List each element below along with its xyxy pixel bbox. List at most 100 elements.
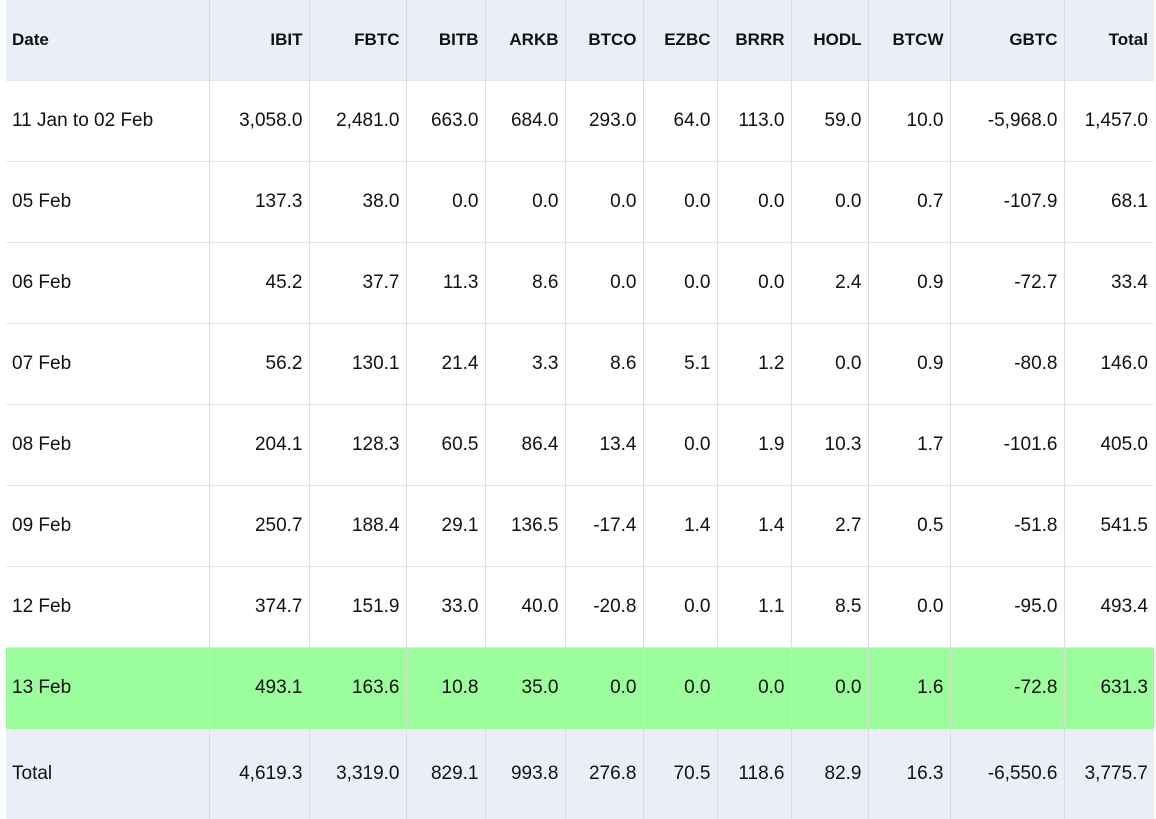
cell-brrr: 0.0	[717, 243, 791, 324]
cell-gbtc: -51.8	[950, 486, 1064, 567]
cell-ibit: 493.1	[209, 648, 309, 729]
table-footer: Total4,619.33,319.0829.1993.8276.870.511…	[6, 729, 1154, 819]
column-header-gbtc: GBTC	[950, 0, 1064, 81]
column-header-ibit: IBIT	[209, 0, 309, 81]
column-header-date: Date	[6, 0, 209, 81]
cell-ezbc: 64.0	[643, 81, 717, 162]
cell-bitb: 0.0	[406, 162, 485, 243]
cell-ezbc: 0.0	[643, 648, 717, 729]
table-row: 09 Feb250.7188.429.1136.5-17.41.41.42.70…	[6, 486, 1154, 567]
cell-hodl: 2.4	[791, 243, 868, 324]
etf-flow-table: DateIBITFBTCBITBARKBBTCOEZBCBRRRHODLBTCW…	[6, 0, 1154, 819]
total-hodl: 82.9	[791, 729, 868, 819]
column-header-btcw: BTCW	[868, 0, 950, 81]
cell-btco: 13.4	[565, 405, 643, 486]
column-header-brrr: BRRR	[717, 0, 791, 81]
table-row: 07 Feb56.2130.121.43.38.65.11.20.00.9-80…	[6, 324, 1154, 405]
cell-ibit: 45.2	[209, 243, 309, 324]
cell-bitb: 60.5	[406, 405, 485, 486]
column-header-fbtc: FBTC	[309, 0, 406, 81]
cell-hodl: 2.7	[791, 486, 868, 567]
cell-fbtc: 38.0	[309, 162, 406, 243]
table-row-highlighted: 13 Feb493.1163.610.835.00.00.00.00.01.6-…	[6, 648, 1154, 729]
table-header: DateIBITFBTCBITBARKBBTCOEZBCBRRRHODLBTCW…	[6, 0, 1154, 81]
column-header-arkb: ARKB	[485, 0, 565, 81]
row-date-cell: 13 Feb	[6, 648, 209, 729]
cell-ibit: 374.7	[209, 567, 309, 648]
cell-btcw: 10.0	[868, 81, 950, 162]
cell-btcw: 0.9	[868, 243, 950, 324]
cell-ibit: 137.3	[209, 162, 309, 243]
cell-btcw: 1.6	[868, 648, 950, 729]
row-date-cell: 09 Feb	[6, 486, 209, 567]
cell-btco: -17.4	[565, 486, 643, 567]
total-brrr: 118.6	[717, 729, 791, 819]
row-date-cell: 07 Feb	[6, 324, 209, 405]
cell-brrr: 1.2	[717, 324, 791, 405]
cell-gbtc: -5,968.0	[950, 81, 1064, 162]
cell-gbtc: -95.0	[950, 567, 1064, 648]
column-header-hodl: HODL	[791, 0, 868, 81]
cell-btcw: 0.7	[868, 162, 950, 243]
total-row: Total4,619.33,319.0829.1993.8276.870.511…	[6, 729, 1154, 819]
cell-arkb: 0.0	[485, 162, 565, 243]
total-ezbc: 70.5	[643, 729, 717, 819]
cell-gbtc: -80.8	[950, 324, 1064, 405]
row-date-cell: 06 Feb	[6, 243, 209, 324]
cell-ezbc: 1.4	[643, 486, 717, 567]
cell-btcw: 0.9	[868, 324, 950, 405]
total-total: 3,775.7	[1064, 729, 1154, 819]
cell-gbtc: -72.8	[950, 648, 1064, 729]
cell-total: 541.5	[1064, 486, 1154, 567]
cell-fbtc: 130.1	[309, 324, 406, 405]
row-date-cell: 12 Feb	[6, 567, 209, 648]
cell-ibit: 250.7	[209, 486, 309, 567]
cell-fbtc: 188.4	[309, 486, 406, 567]
cell-btco: 0.0	[565, 648, 643, 729]
cell-fbtc: 37.7	[309, 243, 406, 324]
cell-ibit: 3,058.0	[209, 81, 309, 162]
cell-hodl: 0.0	[791, 648, 868, 729]
row-date-cell: 11 Jan to 02 Feb	[6, 81, 209, 162]
cell-brrr: 1.1	[717, 567, 791, 648]
total-bitb: 829.1	[406, 729, 485, 819]
cell-gbtc: -72.7	[950, 243, 1064, 324]
column-header-total: Total	[1064, 0, 1154, 81]
cell-brrr: 1.9	[717, 405, 791, 486]
cell-arkb: 136.5	[485, 486, 565, 567]
total-btco: 276.8	[565, 729, 643, 819]
cell-hodl: 0.0	[791, 324, 868, 405]
cell-bitb: 29.1	[406, 486, 485, 567]
total-btcw: 16.3	[868, 729, 950, 819]
table-row: 06 Feb45.237.711.38.60.00.00.02.40.9-72.…	[6, 243, 1154, 324]
column-header-btco: BTCO	[565, 0, 643, 81]
cell-total: 493.4	[1064, 567, 1154, 648]
cell-total: 33.4	[1064, 243, 1154, 324]
total-gbtc: -6,550.6	[950, 729, 1064, 819]
cell-brrr: 0.0	[717, 648, 791, 729]
cell-total: 631.3	[1064, 648, 1154, 729]
etf-flow-table-container: DateIBITFBTCBITBARKBBTCOEZBCBRRRHODLBTCW…	[6, 0, 1154, 819]
total-label: Total	[6, 729, 209, 819]
cell-btcw: 0.0	[868, 567, 950, 648]
total-arkb: 993.8	[485, 729, 565, 819]
table-row: 12 Feb374.7151.933.040.0-20.80.01.18.50.…	[6, 567, 1154, 648]
cell-hodl: 10.3	[791, 405, 868, 486]
cell-arkb: 40.0	[485, 567, 565, 648]
cell-btco: 0.0	[565, 162, 643, 243]
cell-gbtc: -101.6	[950, 405, 1064, 486]
cell-btcw: 0.5	[868, 486, 950, 567]
cell-brrr: 113.0	[717, 81, 791, 162]
cell-arkb: 3.3	[485, 324, 565, 405]
column-header-bitb: BITB	[406, 0, 485, 81]
cell-total: 405.0	[1064, 405, 1154, 486]
row-date-cell: 05 Feb	[6, 162, 209, 243]
cell-btco: 8.6	[565, 324, 643, 405]
cell-bitb: 10.8	[406, 648, 485, 729]
cell-gbtc: -107.9	[950, 162, 1064, 243]
cell-fbtc: 128.3	[309, 405, 406, 486]
cell-fbtc: 163.6	[309, 648, 406, 729]
cell-arkb: 86.4	[485, 405, 565, 486]
total-fbtc: 3,319.0	[309, 729, 406, 819]
cell-btco: -20.8	[565, 567, 643, 648]
